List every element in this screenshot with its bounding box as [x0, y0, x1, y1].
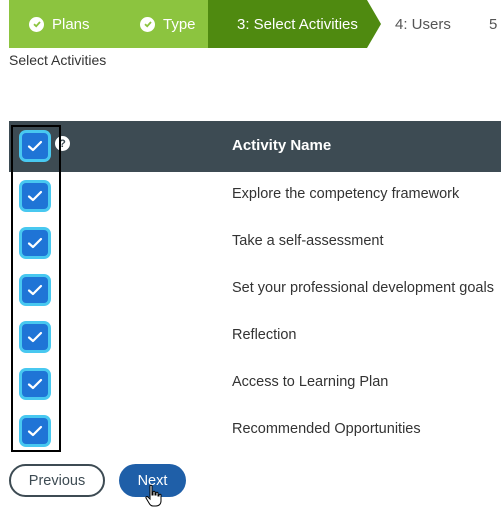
table-row: Explore the competency framework	[9, 172, 501, 219]
checkmark-icon	[27, 140, 43, 152]
table-header: ? Activity Name	[9, 121, 501, 172]
activities-table: ? Activity Name Explore the competency f…	[9, 121, 501, 454]
wizard-step-select-activities[interactable]: 3: Select Activities	[208, 0, 381, 48]
checkmark-icon	[27, 331, 43, 343]
row-checkbox[interactable]	[22, 418, 48, 444]
activity-name: Take a self-assessment	[232, 233, 384, 249]
row-checkbox[interactable]	[22, 230, 48, 256]
wizard-step-plans[interactable]: Plans	[9, 0, 111, 48]
select-all-checkbox[interactable]	[22, 133, 48, 159]
table-row: Recommended Opportunities	[9, 407, 501, 454]
activity-name: Explore the competency framework	[232, 186, 460, 202]
wizard-step-label: 3: Select Activities	[237, 15, 358, 33]
wizard-steps: Plans Type 3: Select Activities 4: Users…	[9, 0, 501, 48]
activity-name: Reflection	[232, 327, 297, 343]
wizard-step-label: 5	[489, 15, 498, 33]
row-checkbox[interactable]	[22, 324, 48, 350]
activity-name: Recommended Opportunities	[232, 421, 421, 437]
help-icon[interactable]: ?	[55, 136, 70, 151]
table-row: Access to Learning Plan	[9, 360, 501, 407]
wizard-step-5[interactable]: 5	[463, 0, 501, 48]
checkmark-icon	[27, 378, 43, 390]
wizard-step-type[interactable]: Type	[111, 0, 208, 48]
column-header-activity-name: Activity Name	[232, 137, 332, 154]
row-checkbox[interactable]	[22, 277, 48, 303]
checkmark-icon	[27, 284, 43, 296]
wizard-step-label: Type	[163, 15, 196, 33]
checkmark-icon	[27, 237, 43, 249]
hand-pointer-icon	[145, 484, 162, 507]
previous-button[interactable]: Previous	[9, 464, 105, 497]
checkmark-icon	[27, 190, 43, 202]
table-row: Reflection	[9, 313, 501, 360]
wizard-step-label: Plans	[52, 15, 90, 33]
row-checkbox[interactable]	[22, 371, 48, 397]
check-circle-icon	[140, 16, 155, 32]
table-row: Take a self-assessment	[9, 219, 501, 266]
row-checkbox[interactable]	[22, 183, 48, 209]
wizard-step-users[interactable]: 4: Users	[367, 0, 463, 48]
table-row: Set your professional development goals	[9, 266, 501, 313]
check-circle-icon	[29, 16, 44, 32]
page-subtitle: Select Activities	[9, 52, 107, 68]
activity-name: Access to Learning Plan	[232, 374, 389, 390]
activity-name: Set your professional development goals	[232, 280, 494, 296]
checkmark-icon	[27, 425, 43, 437]
wizard-step-label: 4: Users	[395, 15, 451, 33]
